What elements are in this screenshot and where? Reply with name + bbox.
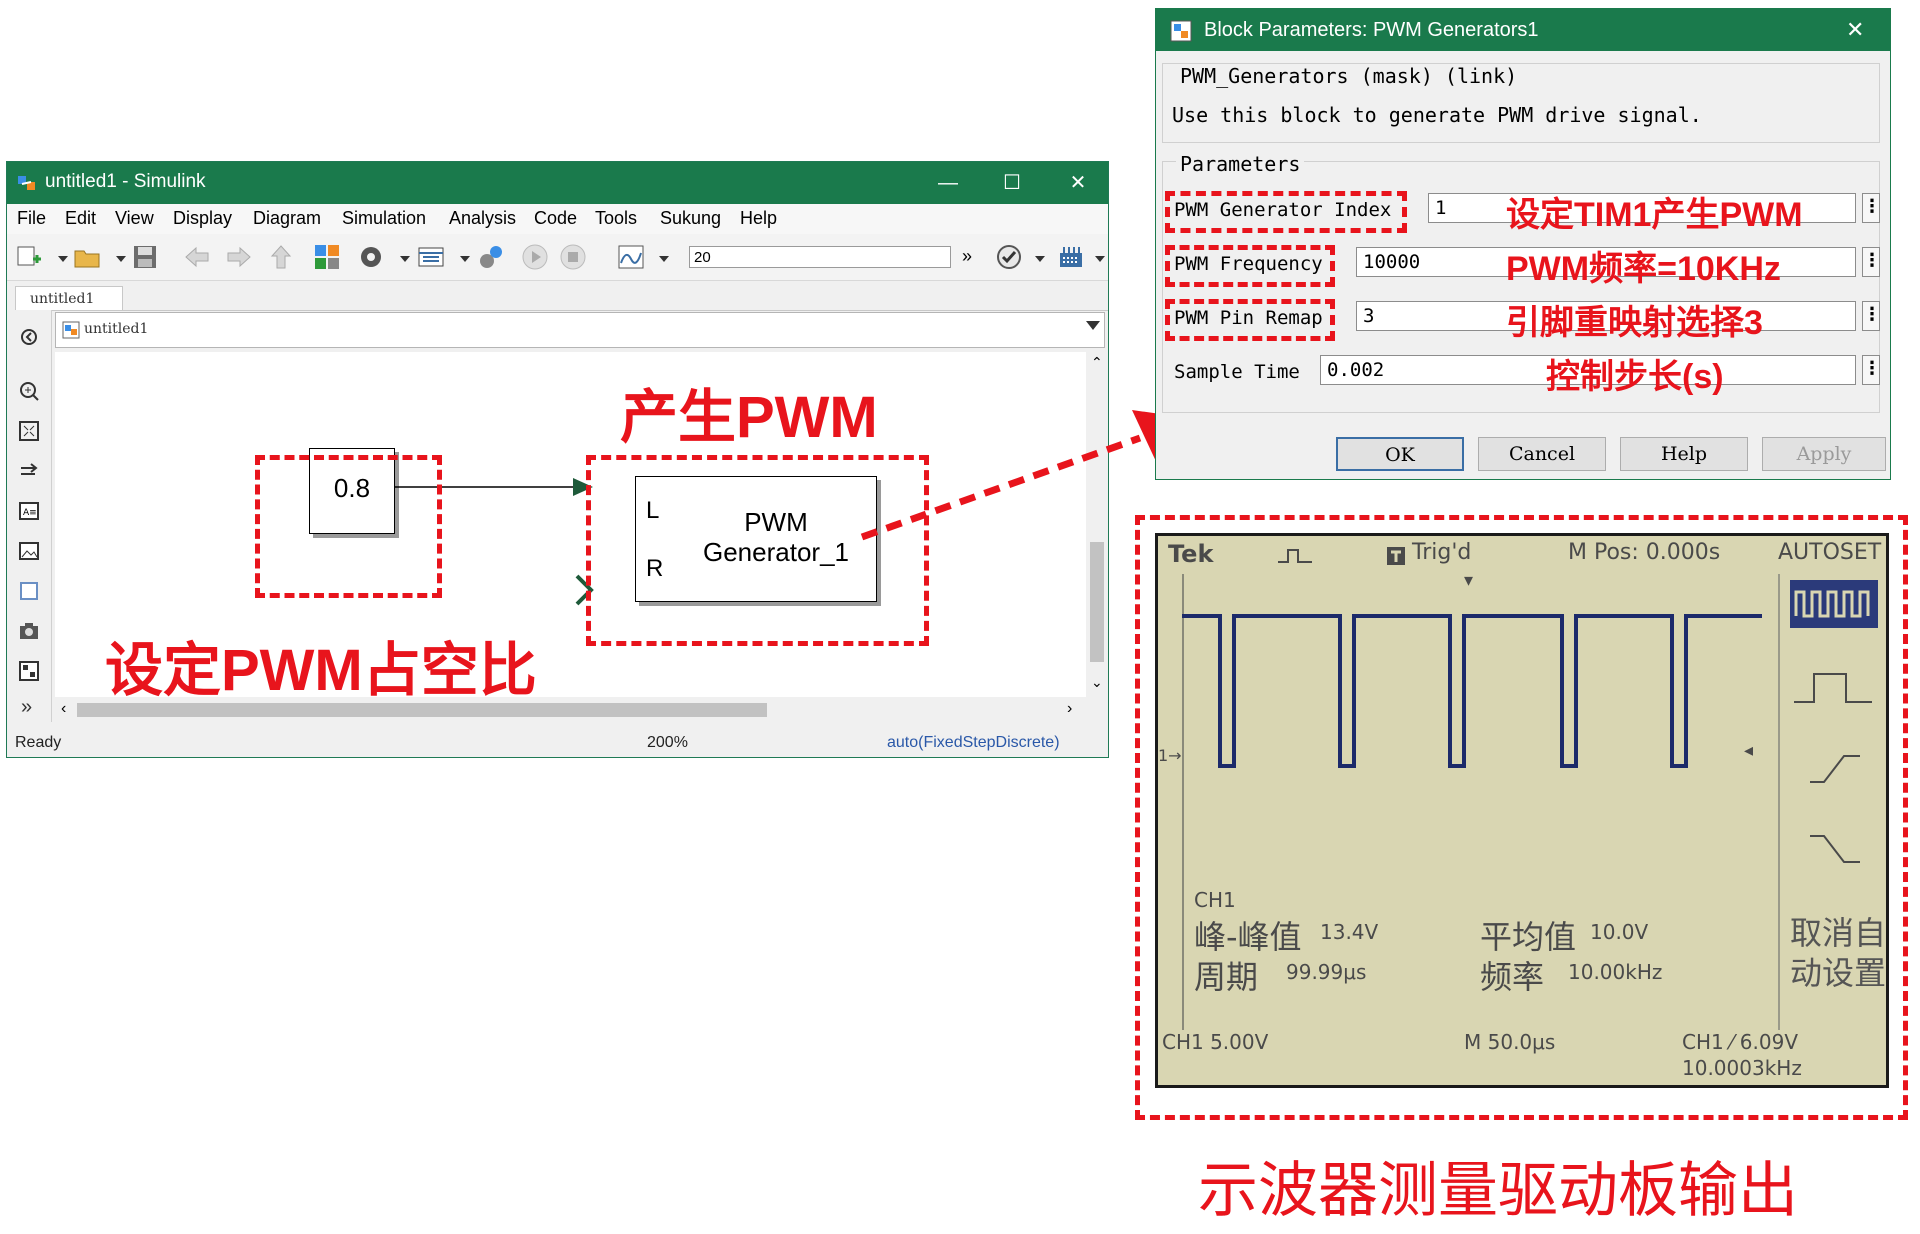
trigger-icon (1387, 547, 1405, 565)
trigger-position-marker: ▾ (1464, 570, 1474, 591)
autoset-label: AUTOSET (1778, 540, 1882, 565)
frequency-label: 频率 (1480, 958, 1545, 996)
sample-time-note: 控制步长(s) (1546, 358, 1724, 396)
autoset-square-wave-icon[interactable] (1790, 580, 1878, 628)
param-label-sample-time: Sample Time (1174, 361, 1300, 383)
pin-remap-note: 引脚重映射选择3 (1506, 304, 1763, 342)
timebase: M 50.0μs (1464, 1030, 1556, 1054)
dialog-title-bar[interactable]: Block Parameters: PWM Generators1 ✕ (1156, 9, 1890, 51)
trigger-state: Trig'd (1412, 540, 1472, 565)
falling-edge-icon[interactable] (1790, 826, 1878, 870)
m-position: M Pos: 0.000s (1568, 540, 1721, 565)
period-label: 周期 (1194, 958, 1259, 996)
scope-brand: Tek (1168, 540, 1214, 568)
menu-divider (1778, 574, 1780, 1030)
trigger-frequency: 10.0003kHz (1682, 1056, 1802, 1080)
mean-value: 10.0V (1590, 920, 1649, 944)
sample-time-more[interactable]: ⋮ (1862, 355, 1881, 385)
mask-line: PWM_Generators (mask) (link) (1176, 64, 1522, 88)
pwm-waveform (1182, 614, 1762, 768)
pulse-icon (1278, 549, 1312, 563)
generator-index-more[interactable]: ⋮ (1862, 193, 1881, 223)
frequency-note: PWM频率=10KHz (1506, 250, 1781, 288)
trigger-level: CH1 ⁄ 6.09V (1682, 1030, 1798, 1054)
ch1-scale: CH1 5.00V (1162, 1030, 1269, 1054)
dialog-close-button[interactable]: ✕ (1846, 17, 1864, 43)
pk-pk-value: 13.4V (1320, 920, 1379, 944)
block-parameters-dialog: Block Parameters: PWM Generators1 ✕ PWM_… (1155, 8, 1891, 480)
generator-index-note: 设定TIM1产生PWM (1506, 196, 1803, 234)
pin-remap-highlight (1165, 299, 1335, 341)
cancel-button[interactable]: Cancel (1478, 437, 1606, 471)
ok-button[interactable]: OK (1336, 437, 1464, 471)
measure-channel: CH1 (1194, 888, 1236, 912)
help-button[interactable]: Help (1620, 437, 1748, 471)
block-icon (1170, 20, 1192, 42)
period-value: 99.99μs (1286, 960, 1367, 984)
generator-index-highlight (1165, 191, 1407, 233)
dialog-title: Block Parameters: PWM Generators1 (1204, 19, 1539, 41)
pin-remap-more[interactable]: ⋮ (1862, 301, 1881, 331)
frequency-more[interactable]: ⋮ (1862, 247, 1881, 277)
frequency-value: 10.00kHz (1568, 960, 1663, 984)
single-pulse-icon[interactable] (1790, 666, 1878, 710)
cancel-autoset-line2[interactable]: 动设置 (1790, 948, 1886, 994)
rising-edge-icon[interactable] (1790, 746, 1878, 790)
oscilloscope-screen: Tek Trig'd M Pos: 0.000s AUTOSET 1→ ▾ ◂ … (1155, 533, 1889, 1088)
ch1-marker: 1→ (1158, 746, 1182, 765)
parameters-label: Parameters (1176, 152, 1305, 176)
scope-caption: 示波器测量驱动板输出 (1198, 1156, 1798, 1226)
apply-button[interactable]: Apply (1762, 437, 1886, 471)
block-description: Use this block to generate PWM drive sig… (1172, 103, 1702, 127)
frequency-highlight (1165, 245, 1335, 287)
